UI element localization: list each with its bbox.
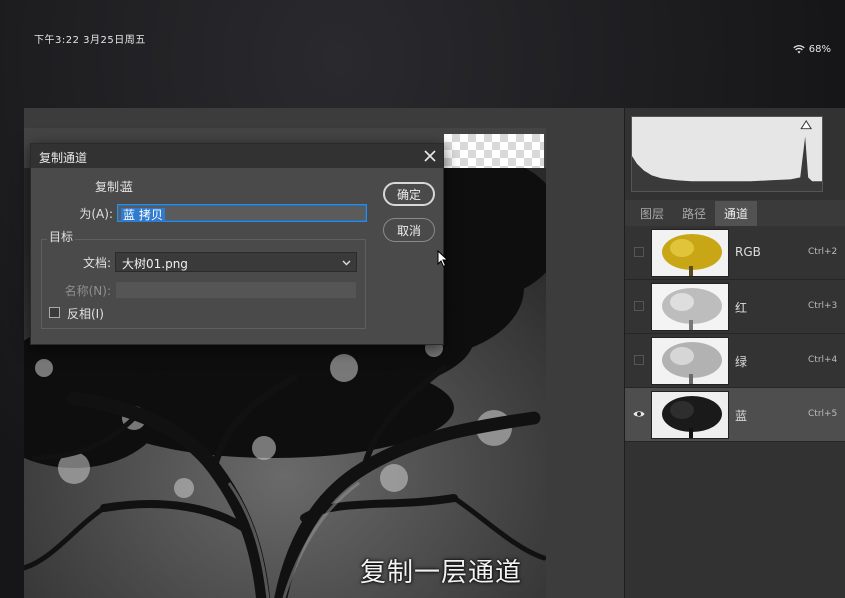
eye-icon[interactable] xyxy=(633,408,645,420)
channel-row-rgb[interactable]: RGB Ctrl+2 xyxy=(625,226,845,280)
channel-thumbnail xyxy=(651,229,729,277)
copy-label: 复制: xyxy=(94,180,123,194)
visibility-toggle[interactable] xyxy=(634,355,644,365)
name-input[interactable] xyxy=(115,281,357,299)
histogram xyxy=(631,116,823,192)
selected-text: 蓝 拷贝 xyxy=(121,208,165,222)
channel-shortcut: Ctrl+5 xyxy=(808,409,838,419)
channel-shortcut: Ctrl+3 xyxy=(808,301,838,311)
channel-name: RGB xyxy=(735,245,761,259)
channel-shortcut: Ctrl+2 xyxy=(808,247,838,257)
battery-level: 68% xyxy=(808,44,831,55)
document-select-value: 大树01.png xyxy=(122,257,188,271)
document-label: 文档: xyxy=(82,256,111,270)
channel-row-green[interactable]: 绿 Ctrl+4 xyxy=(625,334,845,388)
dialog-titlebar[interactable]: 复制通道 xyxy=(31,144,443,168)
destination-group-title: 目标 xyxy=(47,228,76,245)
document-select[interactable]: 大树01.png xyxy=(115,252,357,272)
channel-list: RGB Ctrl+2 红 Ctrl+3 绿 Ctrl+4 蓝 Ctrl+5 xyxy=(625,226,845,442)
video-caption: 复制一层通道 xyxy=(360,558,523,588)
channel-name: 蓝 xyxy=(735,409,748,423)
channel-row-red[interactable]: 红 Ctrl+3 xyxy=(625,280,845,334)
visibility-toggle[interactable] xyxy=(634,247,644,257)
duplicate-channel-dialog: 复制通道 复制: 蓝 为(A): 蓝 拷贝 目标 文档: 大树01.png 名称… xyxy=(30,143,444,345)
as-label: 为(A): xyxy=(79,207,113,221)
chevron-down-icon xyxy=(342,260,351,266)
mouse-cursor-icon xyxy=(437,250,449,268)
dialog-title: 复制通道 xyxy=(39,151,88,165)
close-icon[interactable] xyxy=(423,149,437,163)
channel-thumbnail xyxy=(651,283,729,331)
tab-paths[interactable]: 路径 xyxy=(673,201,715,226)
right-panels: 图层 路径 通道 RGB Ctrl+2 红 Ctrl+3 绿 Ctrl+4 蓝 … xyxy=(624,108,845,598)
channel-name: 绿 xyxy=(735,355,748,369)
panel-tabs: 图层 路径 通道 xyxy=(625,200,845,226)
ok-button[interactable]: 确定 xyxy=(383,182,435,206)
wifi-icon xyxy=(793,45,805,54)
channel-name-input[interactable]: 蓝 拷贝 xyxy=(117,204,367,222)
copy-value: 蓝 xyxy=(121,180,134,194)
channel-row-blue[interactable]: 蓝 Ctrl+5 xyxy=(625,388,845,442)
channel-name: 红 xyxy=(735,301,748,315)
invert-label[interactable]: 反相(I) xyxy=(67,305,104,322)
invert-checkbox[interactable] xyxy=(49,307,60,318)
channel-shortcut: Ctrl+4 xyxy=(808,355,838,365)
channel-thumbnail xyxy=(651,337,729,385)
status-bar: 下午3:22 3月25日周五 68% xyxy=(0,0,845,60)
visibility-toggle[interactable] xyxy=(634,301,644,311)
tab-layers[interactable]: 图层 xyxy=(631,201,673,226)
status-time: 下午3:22 3月25日周五 xyxy=(34,35,146,46)
status-right: 68% xyxy=(793,44,831,55)
cancel-button[interactable]: 取消 xyxy=(383,218,435,242)
tab-channels[interactable]: 通道 xyxy=(715,201,758,226)
name-label: 名称(N): xyxy=(64,284,111,298)
channel-thumbnail xyxy=(651,391,729,439)
